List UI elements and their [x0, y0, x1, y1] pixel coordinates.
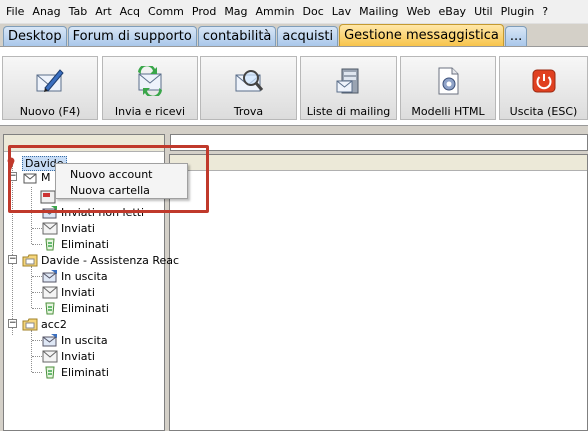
tree-folder-outbox-label: In uscita	[61, 333, 108, 347]
find-button-label: Trova	[233, 105, 264, 118]
recycle-icon	[45, 366, 55, 379]
send-receive-icon	[138, 66, 162, 96]
tree-folder-deleted-label: Eliminati	[61, 237, 109, 251]
message-list-header	[170, 155, 587, 171]
tree-connector	[32, 356, 42, 357]
tree-connector	[32, 308, 42, 309]
menu-anag[interactable]: Anag	[28, 2, 64, 22]
tree-account-3[interactable]: acc2	[22, 316, 67, 332]
recycle-icon	[45, 302, 55, 315]
tree-connector	[32, 228, 42, 229]
tree-folder-deleted[interactable]: Eliminati	[42, 236, 109, 252]
highlight-annotation	[8, 145, 209, 213]
tree-folder-sent[interactable]: Inviati	[42, 348, 95, 364]
new-message-icon	[36, 69, 64, 92]
tree-connector	[32, 244, 42, 245]
send-receive-button-label: Invia e ricevi	[114, 105, 186, 118]
menu-mailing[interactable]: Mailing	[355, 2, 402, 22]
find-button[interactable]: Trova	[200, 56, 297, 120]
tree-folder-sent-label: Inviati	[61, 349, 95, 363]
tab-more[interactable]: ...	[504, 26, 528, 46]
tree-connector	[32, 340, 42, 341]
menu-tab[interactable]: Tab	[65, 2, 92, 22]
tree-connector	[32, 372, 42, 373]
exit-button[interactable]: Uscita (ESC)	[499, 56, 588, 120]
tab-acquisti[interactable]: acquisti	[277, 26, 339, 46]
tree-folder-sent[interactable]: Inviati	[42, 220, 95, 236]
menu-plugin[interactable]: Plugin	[497, 2, 539, 22]
menu-bar: File Anag Tab Art Acq Comm Prod Mag Ammi…	[0, 0, 588, 24]
new-button[interactable]: Nuovo (F4)	[2, 56, 98, 120]
mailing-lists-button-label: Liste di mailing	[306, 105, 391, 118]
outbox-icon	[42, 270, 57, 283]
find-icon	[235, 70, 263, 92]
menu-art[interactable]: Art	[91, 2, 115, 22]
menu-ammin[interactable]: Ammin	[252, 2, 299, 22]
pointer-pin-icon	[7, 157, 15, 170]
menu-ebay[interactable]: eBay	[435, 2, 471, 22]
tree-account-2-label: Davide - Assistenza Reac	[41, 253, 180, 267]
sent-folder-icon	[42, 286, 58, 299]
menu-help[interactable]: ?	[538, 2, 552, 22]
sent-folder-icon	[42, 222, 58, 235]
toolbar: Nuovo (F4) Invia e ricevi Trova Liste di	[0, 46, 588, 126]
menu-doc[interactable]: Doc	[299, 2, 328, 22]
search-field[interactable]	[170, 134, 588, 151]
menu-prod[interactable]: Prod	[188, 2, 220, 22]
menu-acq[interactable]: Acq	[116, 2, 144, 22]
html-templates-icon	[438, 67, 459, 95]
html-templates-button[interactable]: Modelli HTML	[400, 56, 496, 120]
menu-comm[interactable]: Comm	[144, 2, 188, 22]
outbox-icon	[42, 334, 57, 347]
tree-folder-deleted[interactable]: Eliminati	[42, 300, 109, 316]
tree-folder-outbox[interactable]: In uscita	[42, 332, 108, 348]
tree-folder-sent-label: Inviati	[61, 285, 95, 299]
menu-mag[interactable]: Mag	[220, 2, 251, 22]
tree-folder-outbox-label: In uscita	[61, 269, 108, 283]
tree-folder-sent-label: Inviati	[61, 221, 95, 235]
send-receive-button[interactable]: Invia e ricevi	[102, 56, 198, 120]
exit-icon	[532, 69, 555, 93]
tree-folder-deleted-label: Eliminati	[61, 301, 109, 315]
tab-forum-di-supporto[interactable]: Forum di supporto	[67, 26, 197, 46]
menu-web[interactable]: Web	[403, 2, 435, 22]
new-button-label: Nuovo (F4)	[19, 105, 81, 118]
tree-connector	[32, 292, 42, 293]
account-folder-icon	[22, 318, 38, 331]
menu-util[interactable]: Util	[470, 2, 496, 22]
tree-folder-sent[interactable]: Inviati	[42, 284, 95, 300]
tab-gestione-messaggistica[interactable]: Gestione messaggistica	[339, 24, 504, 46]
expander-collapse-icon[interactable]: −	[8, 255, 17, 264]
mailing-lists-button[interactable]: Liste di mailing	[300, 56, 397, 120]
tab-strip: Desktop Forum di supporto contabilità ac…	[0, 24, 588, 46]
message-list-panel[interactable]	[169, 154, 588, 431]
recycle-icon	[45, 238, 55, 251]
tree-folder-outbox[interactable]: In uscita	[42, 268, 108, 284]
menu-lav[interactable]: Lav	[328, 2, 355, 22]
tree-folder-deleted-label: Eliminati	[61, 365, 109, 379]
tree-account-3-label: acc2	[41, 317, 67, 331]
exit-button-label: Uscita (ESC)	[509, 105, 578, 118]
tree-account-2[interactable]: Davide - Assistenza Reac	[22, 252, 179, 268]
mailing-lists-icon	[336, 68, 358, 94]
sent-folder-icon	[42, 350, 58, 363]
tree-connector	[31, 266, 32, 308]
tree-connector	[31, 330, 32, 372]
tab-contabilita[interactable]: contabilità	[197, 26, 277, 46]
expander-collapse-icon[interactable]: −	[8, 319, 17, 328]
tree-connector	[32, 276, 42, 277]
tab-desktop[interactable]: Desktop	[3, 26, 67, 46]
tree-folder-deleted[interactable]: Eliminati	[42, 364, 109, 380]
menu-file[interactable]: File	[2, 2, 28, 22]
account-folder-icon	[22, 254, 38, 267]
html-templates-button-label: Modelli HTML	[411, 105, 485, 118]
